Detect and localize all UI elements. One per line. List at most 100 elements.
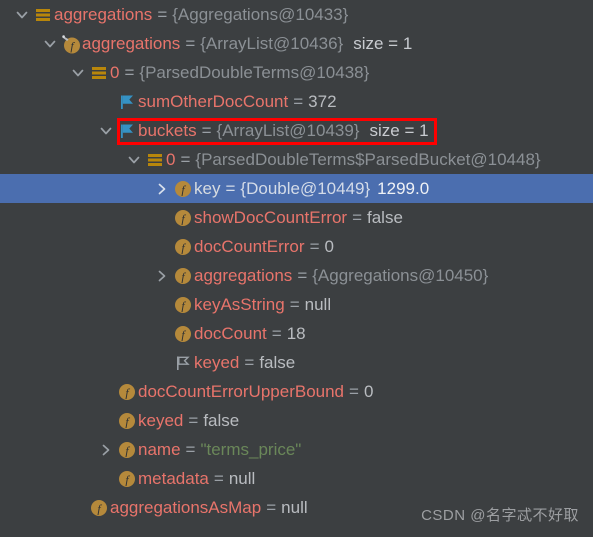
- tree-row[interactable]: f metadata = null: [0, 464, 593, 493]
- blue-flag-icon: [116, 116, 138, 145]
- equals-sign: =: [309, 236, 320, 256]
- twisty-placeholder: [96, 406, 116, 435]
- outline-flag-icon: [172, 348, 194, 377]
- variable-value: null: [281, 497, 308, 517]
- final-field-icon: f: [60, 29, 82, 58]
- variable-name: name: [138, 439, 181, 459]
- variable-value: false: [259, 352, 296, 372]
- chevron-right-icon[interactable]: [152, 261, 172, 290]
- equals-sign: =: [201, 120, 212, 140]
- variable-value: 0: [324, 236, 334, 256]
- tree-row[interactable]: f keyed = false: [0, 406, 593, 435]
- equals-sign: =: [244, 352, 255, 372]
- chevron-down-icon[interactable]: [40, 29, 60, 58]
- tree-row[interactable]: 0 = {ParsedDoubleTerms$ParsedBucket@10448}: [0, 145, 593, 174]
- equals-sign: =: [349, 381, 359, 401]
- equals-sign: =: [271, 323, 282, 343]
- twisty-placeholder: [152, 319, 172, 348]
- tree-row[interactable]: f docCount = 18: [0, 319, 593, 348]
- tree-row[interactable]: sumOtherDocCount = 372: [0, 87, 593, 116]
- twisty-placeholder: [96, 87, 116, 116]
- equals-sign: =: [180, 149, 191, 169]
- field-icon: f: [172, 261, 194, 290]
- chevron-down-icon[interactable]: [124, 145, 144, 174]
- variable-value: null: [228, 468, 256, 488]
- tree-row[interactable]: buckets = {ArrayList@10439} size = 1: [0, 116, 593, 145]
- variable-value: false: [203, 410, 240, 430]
- variable-value: "terms_price": [200, 439, 302, 459]
- variable-name: aggregations: [194, 265, 293, 285]
- list-icon: [144, 145, 166, 174]
- equals-sign: =: [293, 91, 304, 111]
- variable-name: docCount: [194, 323, 267, 343]
- tree-row[interactable]: 0 = {ParsedDoubleTerms@10438}: [0, 58, 593, 87]
- variable-name: aggregations: [54, 4, 153, 24]
- object-reference: {Aggregations@10450}: [312, 265, 489, 285]
- watermark-text: CSDN @名字忒不好取: [421, 507, 579, 524]
- field-icon: f: [172, 203, 194, 232]
- tree-row[interactable]: f aggregations = {ArrayList@10436} size = 1: [0, 29, 593, 58]
- twisty-placeholder: [96, 377, 116, 406]
- equals-sign: =: [352, 207, 362, 227]
- chevron-down-icon[interactable]: [96, 116, 116, 145]
- variable-value: 0: [363, 381, 374, 401]
- tree-row[interactable]: f docCountErrorUpperBound = 0: [0, 377, 593, 406]
- collection-size-label: size = 1: [369, 120, 429, 140]
- tree-row[interactable]: aggregations = {Aggregations@10433}: [0, 0, 593, 29]
- list-icon: [88, 58, 110, 87]
- tree-row[interactable]: keyed = false: [0, 348, 593, 377]
- tree-row[interactable]: f aggregations = {Aggregations@10450}: [0, 261, 593, 290]
- variable-name: docCountErrorUpperBound: [138, 381, 345, 401]
- chevron-right-icon[interactable]: [152, 174, 172, 203]
- variable-value: false: [367, 207, 403, 227]
- variable-name: aggregationsAsMap: [110, 497, 262, 517]
- equals-sign: =: [157, 4, 168, 24]
- variable-name: key: [194, 178, 221, 198]
- variable-name: 0: [110, 62, 120, 82]
- equals-sign: =: [185, 33, 196, 53]
- variable-name: 0: [166, 149, 176, 169]
- equals-sign: =: [185, 439, 196, 459]
- variable-value: 372: [308, 91, 337, 111]
- variable-name: aggregations: [82, 33, 181, 53]
- variable-name: buckets: [138, 120, 197, 140]
- twisty-placeholder: [152, 203, 172, 232]
- list-icon: [32, 0, 54, 29]
- blue-flag-icon: [116, 87, 138, 116]
- equals-sign: =: [225, 178, 236, 198]
- object-reference: {ArrayList@10436}: [200, 33, 344, 53]
- tree-row[interactable]: f keyAsString = null: [0, 290, 593, 319]
- equals-sign: =: [213, 468, 224, 488]
- tree-row[interactable]: f name = "terms_price": [0, 435, 593, 464]
- equals-sign: =: [289, 294, 300, 314]
- chevron-right-icon[interactable]: [96, 435, 116, 464]
- object-reference: {ParsedDoubleTerms@10438}: [139, 62, 370, 82]
- variable-name: showDocCountError: [194, 207, 348, 227]
- twisty-placeholder: [152, 232, 172, 261]
- field-icon: f: [172, 174, 194, 203]
- twisty-placeholder: [96, 464, 116, 493]
- equals-sign: =: [297, 265, 308, 285]
- field-icon: f: [172, 319, 194, 348]
- variable-name: keyAsString: [194, 294, 285, 314]
- field-icon: f: [172, 290, 194, 319]
- field-icon: f: [116, 377, 138, 406]
- tree-row[interactable]: f docCountError = 0: [0, 232, 593, 261]
- twisty-placeholder: [152, 348, 172, 377]
- tree-row[interactable]: f showDocCountError = false: [0, 203, 593, 232]
- collection-size-label: size = 1: [353, 33, 413, 53]
- variable-name: keyed: [194, 352, 240, 372]
- debugger-variables-panel: aggregations = {Aggregations@10433} f aggreg…: [0, 0, 593, 537]
- variable-value: 18: [286, 323, 306, 343]
- tree-row[interactable]: f key = {Double@10449} 1299.0: [0, 174, 593, 203]
- variable-name: metadata: [138, 468, 209, 488]
- chevron-down-icon[interactable]: [12, 0, 32, 29]
- variable-name: docCountError: [194, 236, 305, 256]
- field-icon: f: [116, 464, 138, 493]
- equals-sign: =: [266, 497, 277, 517]
- twisty-placeholder: [152, 290, 172, 319]
- field-icon: f: [172, 232, 194, 261]
- chevron-down-icon[interactable]: [68, 58, 88, 87]
- object-reference: {Double@10449}: [240, 178, 371, 198]
- variables-tree[interactable]: aggregations = {Aggregations@10433} f aggreg…: [0, 0, 593, 522]
